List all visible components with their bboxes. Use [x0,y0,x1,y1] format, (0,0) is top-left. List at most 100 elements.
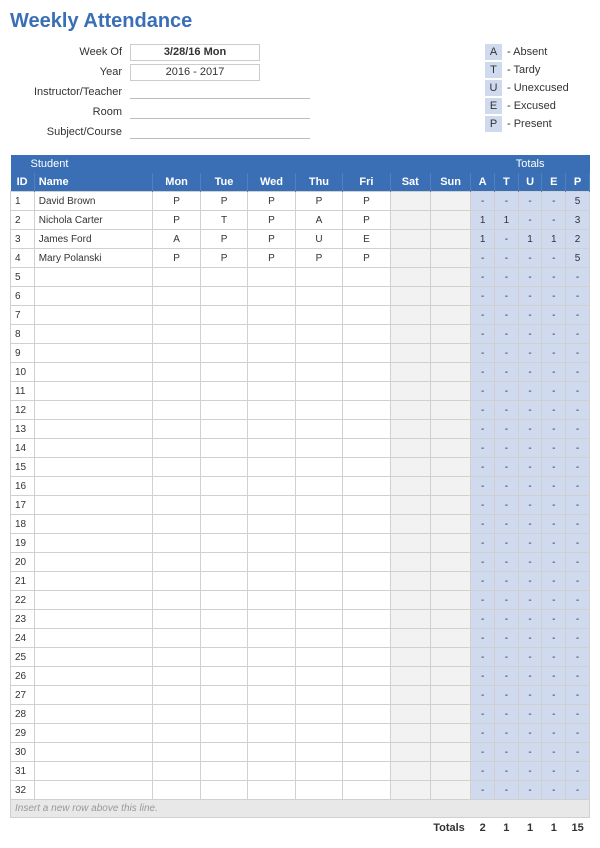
cell-name[interactable] [34,420,153,439]
cell-name[interactable] [34,705,153,724]
cell-id[interactable]: 28 [11,705,35,724]
cell-day[interactable]: P [153,249,200,268]
cell-day[interactable] [390,249,430,268]
cell-id[interactable]: 18 [11,515,35,534]
cell-day[interactable] [295,591,342,610]
cell-name[interactable] [34,648,153,667]
cell-day[interactable] [295,667,342,686]
cell-id[interactable]: 7 [11,306,35,325]
room-input[interactable] [130,105,310,119]
cell-id[interactable]: 24 [11,629,35,648]
cell-day[interactable] [430,515,470,534]
cell-day[interactable] [153,496,200,515]
cell-day[interactable] [248,363,295,382]
cell-id[interactable]: 17 [11,496,35,515]
cell-day[interactable] [430,667,470,686]
cell-day[interactable] [200,686,247,705]
cell-id[interactable]: 3 [11,230,35,249]
cell-day[interactable] [153,515,200,534]
cell-name[interactable] [34,781,153,800]
cell-day[interactable] [200,553,247,572]
cell-id[interactable]: 19 [11,534,35,553]
cell-day[interactable] [200,306,247,325]
cell-day[interactable] [390,515,430,534]
cell-day[interactable]: P [248,211,295,230]
cell-id[interactable]: 8 [11,325,35,344]
cell-day[interactable] [295,781,342,800]
cell-day[interactable] [430,420,470,439]
cell-day[interactable] [200,572,247,591]
cell-day[interactable] [343,724,390,743]
cell-day[interactable] [390,192,430,211]
cell-day[interactable] [390,382,430,401]
cell-day[interactable] [390,553,430,572]
cell-id[interactable]: 6 [11,287,35,306]
cell-day[interactable] [153,781,200,800]
cell-day[interactable] [153,572,200,591]
cell-day[interactable] [430,230,470,249]
cell-id[interactable]: 27 [11,686,35,705]
cell-day[interactable] [153,439,200,458]
cell-name[interactable] [34,344,153,363]
cell-day[interactable] [295,762,342,781]
cell-day[interactable] [343,382,390,401]
cell-day[interactable] [390,496,430,515]
cell-id[interactable]: 29 [11,724,35,743]
cell-day[interactable] [430,686,470,705]
cell-day[interactable] [430,325,470,344]
cell-day[interactable] [295,439,342,458]
cell-day[interactable] [153,629,200,648]
cell-name[interactable] [34,553,153,572]
cell-day[interactable] [153,477,200,496]
cell-day[interactable] [430,306,470,325]
cell-name[interactable] [34,325,153,344]
cell-day[interactable] [430,648,470,667]
cell-day[interactable] [430,743,470,762]
cell-id[interactable]: 30 [11,743,35,762]
cell-day[interactable] [200,762,247,781]
cell-day[interactable] [248,306,295,325]
cell-day[interactable] [248,781,295,800]
cell-day[interactable] [390,401,430,420]
cell-day[interactable] [153,553,200,572]
cell-day[interactable] [248,572,295,591]
cell-day[interactable]: P [200,230,247,249]
cell-day[interactable] [390,762,430,781]
cell-day[interactable] [200,401,247,420]
cell-day[interactable] [200,705,247,724]
cell-day[interactable] [390,781,430,800]
cell-day[interactable] [295,610,342,629]
cell-name[interactable] [34,591,153,610]
cell-name[interactable]: Mary Polanski [34,249,153,268]
cell-day[interactable] [248,420,295,439]
cell-day[interactable] [390,610,430,629]
cell-name[interactable] [34,686,153,705]
cell-name[interactable]: Nichola Carter [34,211,153,230]
cell-name[interactable] [34,572,153,591]
cell-day[interactable] [295,648,342,667]
cell-day[interactable] [200,344,247,363]
cell-day[interactable] [390,572,430,591]
cell-day[interactable] [248,477,295,496]
cell-day[interactable] [200,268,247,287]
cell-name[interactable] [34,477,153,496]
cell-day[interactable] [343,439,390,458]
cell-day[interactable] [248,401,295,420]
cell-day[interactable] [295,268,342,287]
cell-day[interactable] [390,743,430,762]
cell-name[interactable] [34,458,153,477]
cell-day[interactable] [295,458,342,477]
cell-day[interactable] [200,458,247,477]
cell-day[interactable] [343,496,390,515]
cell-day[interactable] [248,458,295,477]
cell-day[interactable] [248,743,295,762]
cell-day[interactable] [430,344,470,363]
cell-day[interactable] [343,781,390,800]
cell-name[interactable] [34,629,153,648]
instructor-input[interactable] [130,85,310,99]
year-value[interactable]: 2016 - 2017 [130,64,260,81]
cell-day[interactable] [153,306,200,325]
cell-day[interactable] [153,534,200,553]
cell-day[interactable] [248,686,295,705]
cell-name[interactable] [34,306,153,325]
